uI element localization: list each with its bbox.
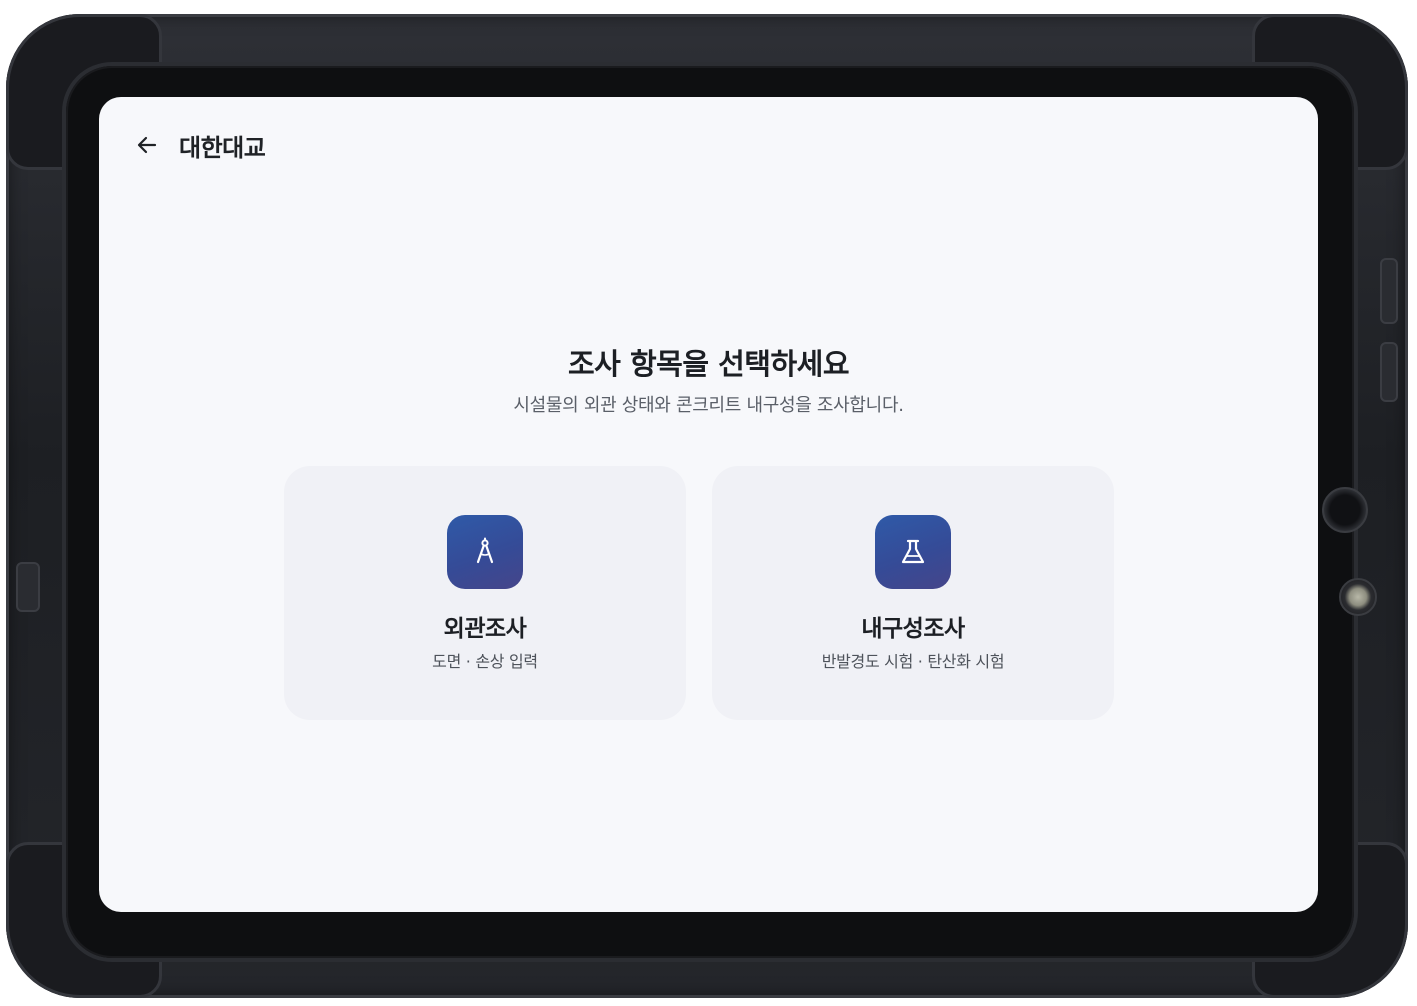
left-side-port: [16, 562, 40, 612]
light-sensor: [1339, 578, 1377, 616]
appearance-survey-card[interactable]: 외관조사 도면 · 손상 입력: [284, 466, 686, 720]
flask-icon: [901, 539, 925, 564]
front-camera: [1322, 487, 1368, 533]
app-bar: 대한대교: [133, 127, 266, 163]
card-icon-container: [447, 515, 523, 589]
durability-survey-card[interactable]: 내구성조사 반발경도 시험 · 탄산화 시험: [712, 466, 1114, 720]
page-title: 대한대교: [179, 133, 266, 162]
section-subheading: 시설물의 외관 상태와 콘크리트 내구성을 조사합니다.: [513, 395, 904, 416]
arrow-left-icon: [137, 136, 157, 154]
card-description: 도면 · 손상 입력: [432, 652, 538, 671]
section-heading: 조사 항목을 선택하세요: [568, 347, 850, 381]
card-description: 반발경도 시험 · 탄산화 시험: [821, 652, 1005, 671]
card-title: 내구성조사: [861, 616, 965, 642]
card-icon-container: [875, 515, 951, 589]
back-button[interactable]: [133, 131, 161, 159]
volume-up-button: [1380, 258, 1398, 324]
app-screen: 대한대교 조사 항목을 선택하세요 시설물의 외관 상태와 콘크리트 내구성을 …: [99, 97, 1318, 912]
volume-down-button: [1380, 342, 1398, 402]
compass-drafting-icon: [476, 537, 494, 564]
card-title: 외관조사: [443, 616, 527, 642]
